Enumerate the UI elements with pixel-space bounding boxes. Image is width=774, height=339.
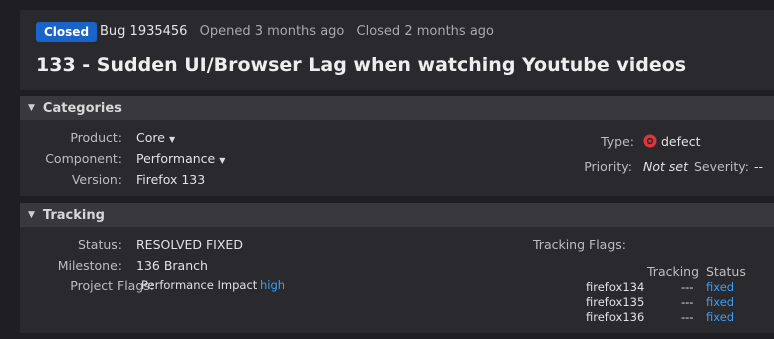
chevron-down-icon[interactable]: ▼ bbox=[28, 210, 35, 220]
type-value: defect bbox=[661, 134, 701, 149]
flag-tracking[interactable]: --- bbox=[681, 280, 693, 294]
bug-id[interactable]: Bug 1935456 bbox=[100, 24, 187, 39]
bug-header: Closed Bug 1935456 Opened 3 months ago C… bbox=[20, 10, 774, 90]
severity-value[interactable]: -- bbox=[754, 159, 763, 174]
product-label: Product: bbox=[70, 130, 122, 145]
categories-heading: Categories bbox=[42, 100, 122, 116]
project-flag-name: Performance Impact bbox=[141, 278, 258, 292]
flag-tracking[interactable]: --- bbox=[681, 310, 693, 324]
bug-defect-icon bbox=[643, 134, 657, 148]
tracking-section: ▼ Tracking Status: RESOLVED FIXED Milest… bbox=[20, 203, 774, 333]
bug-page: Closed Bug 1935456 Opened 3 months ago C… bbox=[0, 0, 774, 339]
version-label: Version: bbox=[71, 172, 122, 187]
caret-down-icon: ▼ bbox=[168, 135, 176, 144]
closed-time: Closed 2 months ago bbox=[356, 24, 494, 39]
version-value[interactable]: Firefox 133 bbox=[136, 172, 205, 187]
flag-status[interactable]: fixed bbox=[706, 310, 734, 324]
type-field[interactable]: defect bbox=[643, 134, 701, 149]
categories-section: ▼ Categories Product: Core ▼ Component: P… bbox=[20, 96, 774, 196]
caret-down-icon: ▼ bbox=[219, 156, 226, 165]
categories-header[interactable]: ▼ Categories bbox=[20, 96, 774, 120]
severity-label: Severity: bbox=[694, 159, 749, 174]
page-title: 133 - Sudden UI/Browser Lag when watchin… bbox=[36, 54, 687, 76]
status-column-header: Status bbox=[706, 264, 746, 279]
flag-name: firefox136 bbox=[586, 310, 645, 324]
status-badge: Closed bbox=[36, 22, 98, 42]
flag-tracking[interactable]: --- bbox=[681, 295, 693, 309]
type-label: Type: bbox=[601, 134, 634, 149]
status-label: Status: bbox=[77, 237, 122, 252]
tracking-heading: Tracking bbox=[42, 207, 105, 223]
component-label: Component: bbox=[45, 151, 122, 166]
priority-value[interactable]: Not set bbox=[643, 159, 688, 174]
flag-status[interactable]: fixed bbox=[706, 280, 734, 294]
priority-label: Priority: bbox=[584, 159, 632, 174]
opened-time: Opened 3 months ago bbox=[199, 24, 345, 39]
flag-name: firefox135 bbox=[586, 295, 645, 309]
milestone-value[interactable]: 136 Branch bbox=[136, 258, 208, 273]
component-value: Performance bbox=[136, 151, 216, 166]
tracking-header[interactable]: ▼ Tracking bbox=[20, 203, 774, 227]
chevron-down-icon[interactable]: ▼ bbox=[28, 103, 35, 113]
status-value[interactable]: RESOLVED FIXED bbox=[136, 237, 243, 252]
project-flag-value[interactable]: high bbox=[260, 278, 285, 292]
tracking-column-header: Tracking bbox=[647, 264, 700, 279]
flag-name: firefox134 bbox=[586, 280, 645, 294]
tracking-flags-label: Tracking Flags: bbox=[533, 237, 626, 252]
product-dropdown[interactable]: Core ▼ bbox=[136, 130, 175, 145]
flag-status[interactable]: fixed bbox=[706, 295, 734, 309]
bug-meta: Bug 1935456 Opened 3 months ago Closed 2… bbox=[100, 23, 502, 41]
product-value: Core bbox=[136, 130, 165, 145]
component-dropdown[interactable]: Performance ▼ bbox=[136, 151, 225, 166]
milestone-label: Milestone: bbox=[57, 258, 122, 273]
